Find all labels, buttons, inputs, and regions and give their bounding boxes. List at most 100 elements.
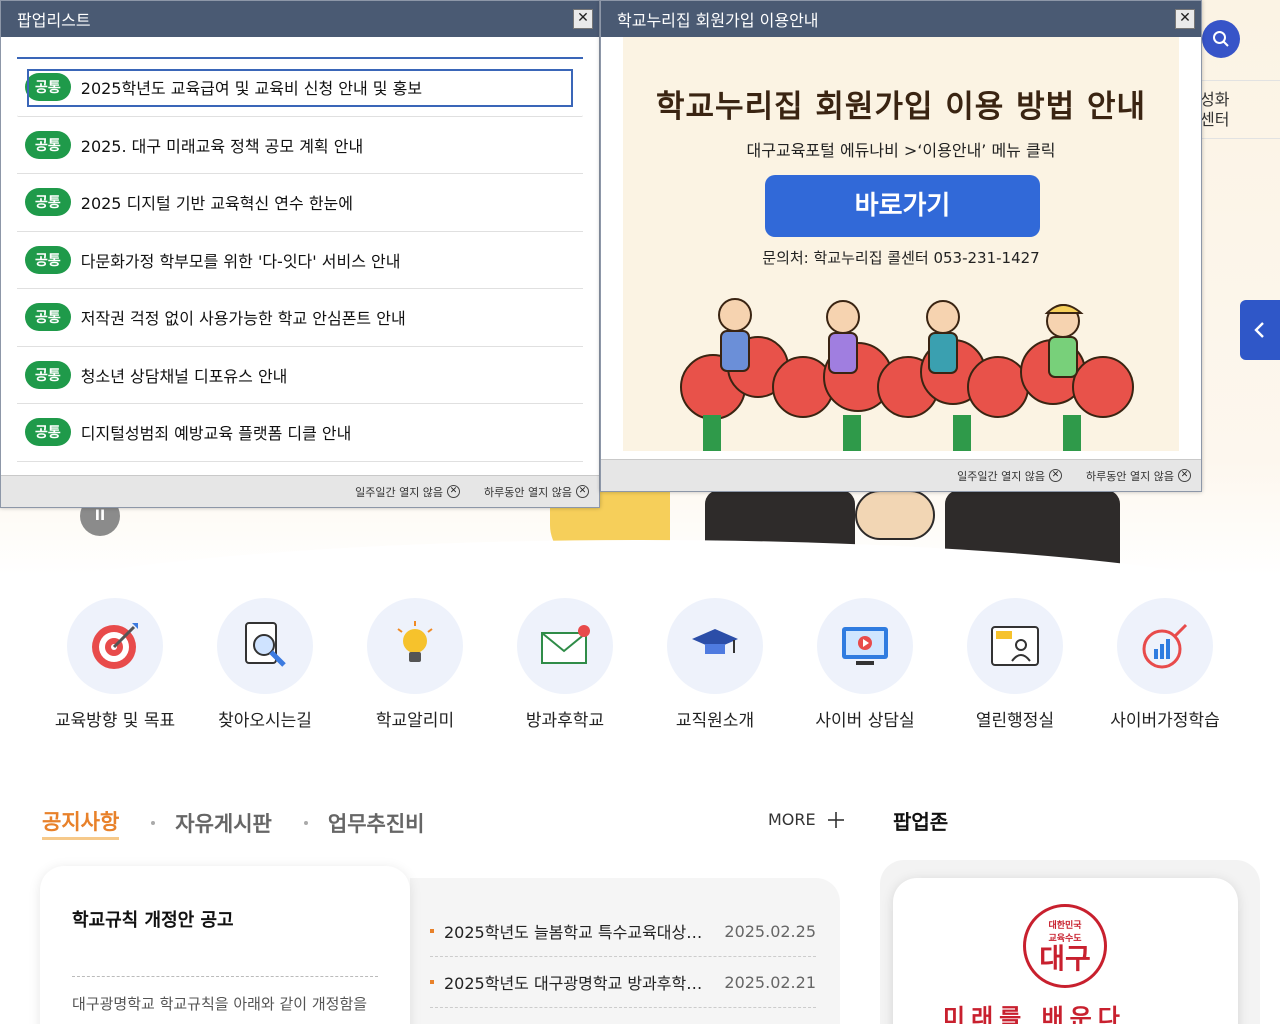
popupzone-banner[interactable]: 대한민국 교육수도 대구 미래를 배운다 [893,878,1238,1024]
logo-text-small: 대한민국 [1048,921,1082,931]
more-link[interactable]: MORE [768,810,844,829]
list-item-title: 2025학년도 대구광명학교 방과후학교 ... [444,974,716,993]
list-item[interactable]: 2025학년도 대구광명학교 방과후학교 ... 2025.02.21 [430,957,816,1008]
guide-instructions: 대구교육포털 에듀나비 >‘이용안내’ 메뉴 클릭 [746,141,1056,160]
featured-post[interactable]: 학교규칙 개정안 공고 대구광명학교 학교규칙을 아래와 같이 개정함을 [40,866,410,1024]
signup-guide-content: 학교누리집 회원가입 이용 방법 안내 대구교육포털 에듀나비 >‘이용안내’ … [623,37,1179,451]
header-divider [1202,138,1280,139]
popup-header: 팝업리스트 ✕ [1,1,599,37]
popupzone-title: 팝업존 [893,810,949,834]
close-day-label: 하루동안 열지 않음 [484,485,572,499]
divider [72,976,378,977]
quick-link-label: 학교알리미 [375,711,455,731]
tab-free-board[interactable]: 자유게시판 [175,808,272,838]
quick-link[interactable]: 학교알리미 [340,598,490,731]
popup-list-item[interactable]: 공통 2025학년도 교육급여 및 교육비 신청 안내 및 홍보 [17,59,583,117]
chevron-left-icon [1254,322,1264,338]
lightbulb-icon [367,598,463,694]
quick-link-label: 교직원소개 [675,711,755,731]
featured-post-body: 대구광명학교 학교규칙을 아래와 같이 개정함을 [72,995,368,1013]
side-panel-toggle[interactable] [1240,300,1280,360]
list-item[interactable]: 2025학년도 늘봄학교 특수교육대상자 ... 2025.02.25 [430,906,816,957]
quick-link[interactable]: 사이버 상담실 [790,598,940,731]
featured-post-title: 학교규칙 개정안 공고 [72,910,234,931]
quick-links: 교육방향 및 목표 찾아오시는길 학교알리미 방과후학교 교직원소개 사이버 상… [40,598,1240,731]
board-list: 2025학년도 늘봄학교 특수교육대상자 ... 2025.02.25 2025… [410,878,840,1024]
hero-figure-hands [855,490,935,540]
popup-list-item-title: 저작권 걱정 없이 사용가능한 학교 안심폰트 안내 [80,309,406,329]
quick-link-label: 교육방향 및 목표 [54,711,176,731]
popup-list-item-title: 2025 디지털 기반 교육혁신 연수 한눈에 [80,194,353,214]
quick-link-label: 방과후학교 [525,711,605,731]
popup-title: 학교누리집 회원가입 이용안내 [617,11,819,30]
contact-info: 문의처: 학교누리집 콜센터 053-231-1427 [762,249,1040,267]
guide-heading: 학교누리집 회원가입 이용 방법 안내 [656,89,1146,125]
bullet-icon [430,929,434,933]
map-search-icon [217,598,313,694]
popup-list-item-title: 다문화가정 학부모를 위한 '다-잇다' 서비스 안내 [80,251,401,271]
close-week-label: 일주일간 열지 않음 [355,485,444,499]
popup-list-item-title: 청소년 상담채널 디포유스 안내 [80,366,288,386]
popup-list-item[interactable]: 공통 2025. 대구 미래교육 정책 공모 계획 안내 [17,117,583,174]
popup-list-item-title: 디지털성범죄 예방교육 플랫폼 디클 안내 [80,424,352,444]
list-item-title: 2025학년도 늘봄학교 특수교육대상자 ... [444,923,716,942]
tab-notice[interactable]: 공지사항 [42,806,120,840]
category-badge: 공통 [25,73,71,102]
popup-list-item[interactable]: 공통 디지털성범죄 예방교육 플랫폼 디클 안내 [17,404,583,462]
quick-link[interactable]: 찾아오시는길 [190,598,340,731]
close-button[interactable]: ✕ [573,9,593,29]
tab-expenses[interactable]: 업무추진비 [328,808,425,838]
popup-list: 공통 2025학년도 교육급여 및 교육비 신청 안내 및 홍보 공통 2025… [17,57,583,462]
search-icon [1213,31,1229,47]
category-badge: 공통 [25,303,71,332]
bullet-icon [430,980,434,984]
quick-link[interactable]: 사이버가정학습 [1090,598,1240,731]
quick-link[interactable]: 교육방향 및 목표 [40,598,190,731]
close-day-option[interactable]: 하루동안 열지 않음 ✕ [1086,468,1191,484]
category-badge: 공통 [25,130,71,159]
search-button[interactable] [1202,20,1240,58]
tab-divider [151,821,156,825]
popup-list-window: 팝업리스트 ✕ 공통 2025학년도 교육급여 및 교육비 신청 안내 및 홍보… [0,0,600,508]
quick-link[interactable]: 열린행정실 [940,598,1090,731]
popup-list-item-title: 2025. 대구 미래교육 정책 공모 계획 안내 [80,136,364,156]
shortcut-button[interactable]: 바로가기 [765,175,1040,237]
signup-guide-window: 학교누리집 회원가입 이용안내 ✕ 학교누리집 회원가입 이용 방법 안내 대구… [600,0,1202,492]
popup-list-item[interactable]: 공통 2025 디지털 기반 교육혁신 연수 한눈에 [17,174,583,232]
quick-link[interactable]: 방과후학교 [490,598,640,731]
close-button[interactable]: ✕ [1175,9,1195,29]
profile-board-icon [967,598,1063,694]
close-day-option[interactable]: 하루동안 열지 않음 ✕ [484,484,589,500]
category-badge: 공통 [25,418,71,447]
category-badge: 공통 [25,188,71,217]
popup-list-item[interactable]: 공통 다문화가정 학부모를 위한 '다-잇다' 서비스 안내 [17,232,583,289]
plus-icon [827,811,844,828]
close-week-option[interactable]: 일주일간 열지 않음 ✕ [355,484,461,500]
close-day-label: 하루동안 열지 않음 [1086,469,1174,483]
mail-icon [517,598,613,694]
header-divider [1202,80,1280,81]
popup-list-item[interactable]: 공통 청소년 상담채널 디포유스 안내 [17,347,583,404]
category-badge: 공통 [25,360,71,389]
quick-link-label: 찾아오시는길 [218,711,312,731]
header-menu-item[interactable]: 성화 센터 [1200,90,1280,130]
popup-list-item[interactable]: 공통 저작권 걱정 없이 사용가능한 학교 안심폰트 안내 [17,289,583,347]
close-circle-icon: ✕ [1178,469,1191,482]
popup-header: 학교누리집 회원가입 이용안내 ✕ [601,1,1201,37]
quick-link[interactable]: 교직원소개 [640,598,790,731]
popup-title: 팝업리스트 [17,11,91,30]
more-label: MORE [768,810,816,829]
close-week-label: 일주일간 열지 않음 [957,469,1046,483]
quick-link-label: 사이버 상담실 [815,711,915,731]
list-item-date: 2025.02.21 [724,972,816,992]
target-icon [67,598,163,694]
list-item-date: 2025.02.25 [724,921,816,941]
tab-divider [303,821,308,825]
close-circle-icon: ✕ [576,485,589,498]
close-week-option[interactable]: 일주일간 열지 않음 ✕ [957,468,1063,484]
popup-footer: 일주일간 열지 않음 ✕ 하루동안 열지 않음 ✕ [601,459,1201,491]
popupzone-slogan: 미래를 배운다 [943,1004,1126,1024]
board-tabs: 공지사항 자유게시판 업무추진비 [42,806,425,840]
category-badge: 공통 [25,245,71,274]
popup-list-body: 공통 2025학년도 교육급여 및 교육비 신청 안내 및 홍보 공통 2025… [1,37,599,462]
